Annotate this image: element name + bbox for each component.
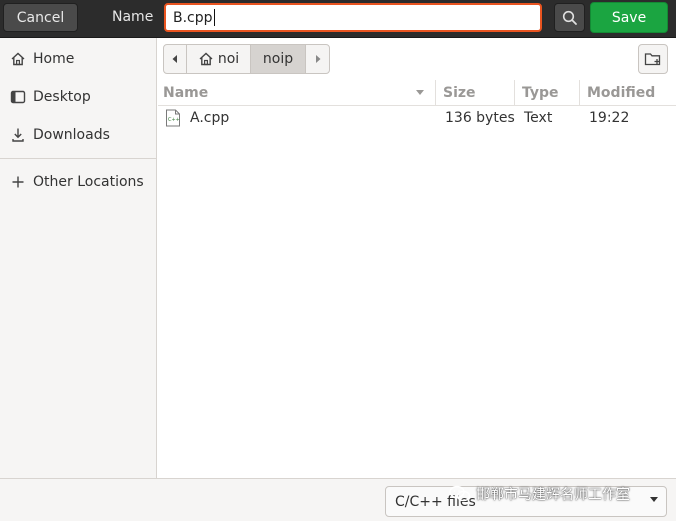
sidebar-item-other-locations[interactable]: Other Locations: [0, 164, 156, 200]
file-name-cell: C++ A.cpp: [165, 106, 229, 130]
watermark-text: 邯郸市马建辉名师工作室: [476, 487, 630, 503]
cancel-button[interactable]: Cancel: [3, 3, 78, 32]
filename-input[interactable]: B.cpp: [164, 3, 542, 32]
cpp-file-icon: C++: [166, 109, 180, 127]
sidebar-item-desktop[interactable]: Desktop: [0, 79, 156, 115]
file-modified: 19:22: [589, 110, 630, 126]
download-icon: [10, 127, 26, 143]
watermark: 邯郸市马建辉名师工作室: [449, 483, 630, 505]
save-button[interactable]: Save: [590, 2, 668, 33]
path-segment-label: noip: [262, 51, 294, 67]
wechat-icon: [449, 485, 471, 502]
column-header-size[interactable]: Size: [436, 80, 515, 106]
sidebar-item-label: Downloads: [33, 127, 110, 143]
column-header-modified[interactable]: Modified: [580, 80, 676, 106]
places-sidebar: Home Desktop Downloads Other Locations: [0, 38, 157, 478]
home-icon: [10, 51, 26, 67]
header-bar: Cancel Name B.cpp Save: [0, 0, 676, 38]
desktop-icon: [10, 89, 26, 105]
file-type: Text: [524, 110, 553, 126]
path-segment-label: noi: [217, 51, 240, 67]
file-size: 136 bytes: [445, 110, 515, 126]
sidebar-item-label: Other Locations: [33, 174, 144, 190]
file-name: A.cpp: [190, 110, 230, 126]
path-segment-noi[interactable]: noi: [187, 45, 251, 73]
svg-text:C++: C++: [168, 117, 180, 123]
new-folder-button[interactable]: [638, 44, 668, 74]
column-header-label: Type: [522, 85, 559, 101]
path-bar: noi noip: [163, 44, 330, 74]
chevron-right-icon: [315, 55, 320, 63]
filename-value: B.cpp: [173, 9, 213, 26]
table-row[interactable]: C++ A.cpp 136 bytes Text 19:22: [158, 106, 676, 130]
column-header-label: Modified: [587, 85, 656, 101]
name-label: Name: [112, 9, 154, 25]
new-folder-icon: [644, 53, 661, 66]
chevron-down-icon: [650, 497, 658, 502]
path-back-button[interactable]: [164, 45, 187, 73]
column-header-label: Size: [443, 85, 476, 101]
sidebar-item-downloads[interactable]: Downloads: [0, 117, 156, 153]
column-header-label: Name: [163, 85, 209, 101]
sidebar-item-label: Desktop: [33, 89, 91, 105]
column-header-name[interactable]: Name: [158, 80, 436, 106]
file-list-header: Name Size Type Modified: [158, 80, 676, 106]
chevron-left-icon: [172, 55, 177, 63]
sidebar-item-label: Home: [33, 51, 75, 67]
footer-bar: C/C++ files 邯郸市马建辉名师工作室: [0, 478, 676, 521]
plus-icon: [10, 174, 26, 190]
path-forward-button[interactable]: [306, 45, 329, 73]
search-icon: [562, 10, 577, 25]
text-caret: [213, 9, 215, 26]
search-button[interactable]: [554, 3, 585, 32]
path-segment-noip[interactable]: noip: [251, 45, 306, 73]
sidebar-divider: [0, 158, 156, 159]
column-header-type[interactable]: Type: [515, 80, 580, 106]
sidebar-item-home[interactable]: Home: [0, 41, 156, 77]
sort-descending-icon: [416, 90, 424, 95]
home-icon: [199, 52, 213, 66]
